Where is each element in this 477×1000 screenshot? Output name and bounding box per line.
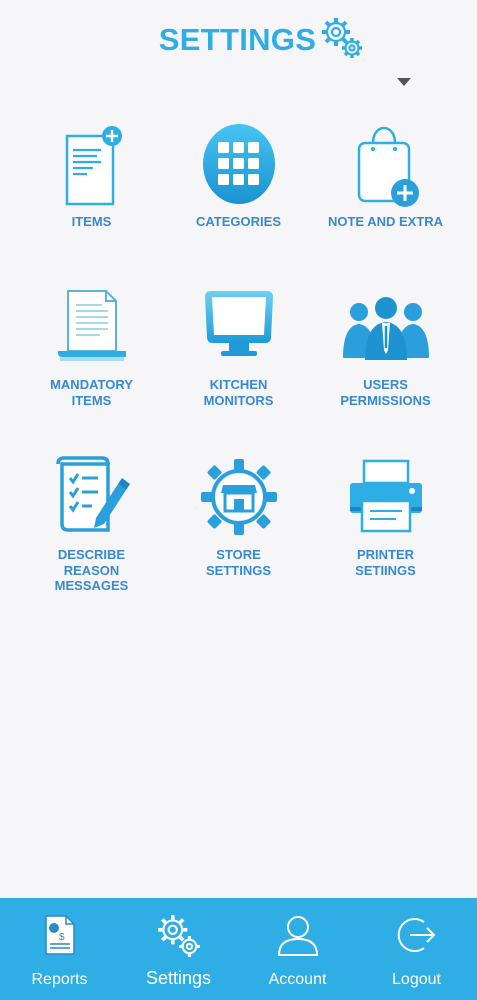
tile-users-permissions[interactable]: USERS PERMISSIONS: [312, 283, 459, 408]
tile-categories[interactable]: CATEGORIES: [165, 120, 312, 230]
page-header: SETTINGS: [0, 0, 477, 72]
tab-label: Reports: [31, 971, 88, 988]
tile-label: KITCHEN MONITORS: [203, 377, 274, 408]
store-gear-icon: [194, 453, 284, 541]
tile-label: DESCRIBE REASON MESSAGES: [54, 547, 129, 593]
tab-account[interactable]: Account: [238, 898, 357, 1000]
document-add-icon: [47, 120, 137, 208]
gears-icon: [154, 910, 204, 960]
tab-label: Settings: [145, 968, 212, 988]
header-title-group: SETTINGS: [159, 14, 366, 60]
tile-label: USERS PERMISSIONS: [340, 377, 431, 408]
tile-mandatory-items[interactable]: MANDATORY ITEMS: [18, 283, 165, 408]
tile-items[interactable]: ITEMS: [18, 120, 165, 230]
users-icon: [341, 283, 431, 371]
tile-label: ITEMS: [71, 214, 112, 229]
printer-icon: [341, 453, 431, 541]
report-icon: $: [35, 910, 85, 960]
tab-logout[interactable]: Logout: [357, 898, 476, 1000]
tab-settings[interactable]: Settings: [119, 898, 238, 1000]
bottom-tab-bar: $ Reports Settings Account Logout: [0, 898, 477, 1000]
page-title: SETTINGS: [158, 22, 317, 57]
tile-kitchen-monitors[interactable]: KITCHEN MONITORS: [165, 283, 312, 408]
user-icon: [273, 910, 323, 960]
logout-icon: [392, 910, 442, 960]
dropdown-arrow-icon[interactable]: [397, 78, 411, 88]
monitor-icon: [194, 283, 284, 371]
tile-label: STORE SETTINGS: [205, 547, 271, 578]
tile-label: PRINTER SETIINGS: [355, 547, 416, 578]
tab-label: Logout: [392, 971, 441, 988]
tile-label: NOTE AND EXTRA: [327, 214, 444, 229]
tile-store-settings[interactable]: STORE SETTINGS: [165, 453, 312, 578]
tile-label: CATEGORIES: [196, 214, 281, 229]
gears-icon: [322, 18, 363, 58]
tile-note-and-extra[interactable]: NOTE AND EXTRA: [312, 120, 459, 230]
tile-label: MANDATORY ITEMS: [50, 377, 133, 408]
tile-printer-settings[interactable]: PRINTER SETIINGS: [312, 453, 459, 578]
checklist-pen-icon: [47, 453, 137, 541]
tab-reports[interactable]: $ Reports: [0, 898, 119, 1000]
grid-icon: [194, 120, 284, 208]
tile-describe-reason-messages[interactable]: DESCRIBE REASON MESSAGES: [18, 453, 165, 594]
shopping-bag-add-icon: [341, 120, 431, 208]
svg-text:$: $: [59, 932, 65, 943]
tab-label: Account: [268, 971, 327, 988]
book-icon: [47, 283, 137, 371]
